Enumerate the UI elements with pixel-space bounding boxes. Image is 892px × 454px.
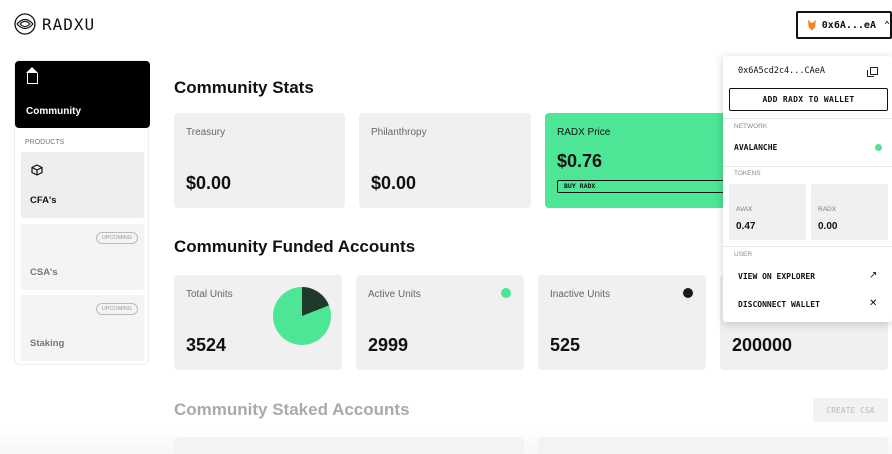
sidebar-item-cfas[interactable]: CFA's bbox=[21, 152, 144, 218]
upcoming-badge: UPCOMING bbox=[95, 303, 138, 315]
sidebar-item-community[interactable]: Community bbox=[15, 61, 150, 128]
inactive-units-card: Inactive Units 525 bbox=[538, 275, 706, 370]
active-status-dot bbox=[501, 288, 511, 298]
inactive-status-dot bbox=[683, 288, 693, 298]
sidebar-item-label: Staking bbox=[30, 338, 65, 349]
copy-icon[interactable] bbox=[867, 67, 878, 77]
tokens-label: TOKENS bbox=[734, 170, 761, 177]
card-value: 200000 bbox=[732, 335, 793, 355]
radxu-logo-icon bbox=[14, 13, 36, 35]
sidebar-section-label: PRODUCTS bbox=[25, 139, 65, 146]
card-title: Active Units bbox=[368, 289, 421, 300]
card-value: 525 bbox=[550, 335, 581, 355]
card-title: Inactive Units bbox=[550, 289, 611, 300]
cube-icon bbox=[31, 164, 43, 176]
wallet-dropdown: 0x6A5cd2c4...CAeA ADD RADX TO WALLET NET… bbox=[723, 56, 892, 322]
units-pie-chart bbox=[273, 287, 331, 345]
create-csa-button[interactable]: CREATE CSA bbox=[813, 398, 888, 422]
card-value: 2999 bbox=[368, 335, 409, 355]
divider bbox=[723, 118, 892, 119]
divider bbox=[723, 246, 892, 247]
logo[interactable]: RADXU bbox=[14, 13, 95, 35]
wallet-address-short: 0x6A...eA bbox=[821, 19, 876, 31]
token-balance: 0.00 bbox=[818, 221, 838, 232]
sidebar-item-label: CFA's bbox=[30, 195, 57, 206]
token-name: RADX bbox=[818, 206, 837, 213]
add-radx-to-wallet-button[interactable]: ADD RADX TO WALLET bbox=[729, 88, 888, 111]
radx-price-value: $0.76 bbox=[557, 151, 603, 171]
csa-section-title: Community Staked Accounts bbox=[174, 400, 410, 419]
sidebar-item-label: CSA's bbox=[30, 267, 58, 278]
token-avax: AVAX 0.47 bbox=[729, 184, 806, 240]
sidebar-item-csas[interactable]: UPCOMING CSA's bbox=[21, 224, 144, 290]
close-icon[interactable]: ✕ bbox=[869, 298, 877, 309]
buy-radx-button[interactable]: BUY RADX bbox=[557, 180, 732, 193]
csa-card bbox=[174, 437, 524, 454]
chevron-up-icon: ⌃ bbox=[883, 19, 890, 31]
card-title: Total Units bbox=[186, 289, 233, 300]
user-label: USER bbox=[734, 251, 753, 258]
active-units-card: Active Units 2999 bbox=[356, 275, 524, 370]
view-on-explorer-link[interactable]: VIEW ON EXPLORER bbox=[738, 272, 815, 281]
external-link-icon[interactable]: ↗ bbox=[869, 270, 877, 281]
sidebar-item-staking[interactable]: UPCOMING Staking bbox=[21, 295, 144, 361]
network-label: NETWORK bbox=[734, 123, 768, 130]
card-title: Philanthropy bbox=[371, 127, 427, 138]
token-name: AVAX bbox=[736, 206, 753, 213]
radx-price-card: RADX Price $0.76 BUY RADX bbox=[545, 113, 735, 208]
card-title: RADX Price bbox=[557, 127, 611, 138]
wallet-address: 0x6A5cd2c4...CAeA bbox=[738, 66, 825, 76]
sidebar: Community PRODUCTS CFA's UPCOMING CSA's … bbox=[14, 60, 150, 365]
card-title: Treasury bbox=[186, 127, 226, 138]
sidebar-item-label: Community bbox=[26, 106, 81, 117]
token-balance: 0.47 bbox=[736, 221, 756, 232]
total-units-card: Total Units 3524 bbox=[174, 275, 342, 370]
csa-card bbox=[538, 437, 888, 454]
philanthropy-card: Philanthropy $0.00 bbox=[359, 113, 531, 208]
treasury-card: Treasury $0.00 bbox=[174, 113, 345, 208]
disconnect-wallet-button[interactable]: DISCONNECT WALLET bbox=[738, 300, 820, 309]
upcoming-badge: UPCOMING bbox=[95, 232, 138, 244]
card-value: $0.00 bbox=[186, 173, 232, 193]
token-radx: RADX 0.00 bbox=[811, 184, 888, 240]
logo-text: RADXU bbox=[42, 14, 96, 34]
cfa-section-title: Community Funded Accounts bbox=[174, 237, 416, 256]
network-value: AVALANCHE bbox=[734, 143, 778, 152]
network-status-dot bbox=[875, 144, 882, 151]
metamask-fox-icon bbox=[808, 19, 816, 31]
wallet-button[interactable]: 0x6A...eA ⌃ bbox=[796, 11, 892, 39]
card-value: 3524 bbox=[186, 335, 227, 355]
card-value: $0.00 bbox=[371, 173, 417, 193]
community-stats-title: Community Stats bbox=[174, 78, 314, 97]
divider bbox=[723, 166, 892, 167]
home-icon bbox=[26, 67, 38, 84]
